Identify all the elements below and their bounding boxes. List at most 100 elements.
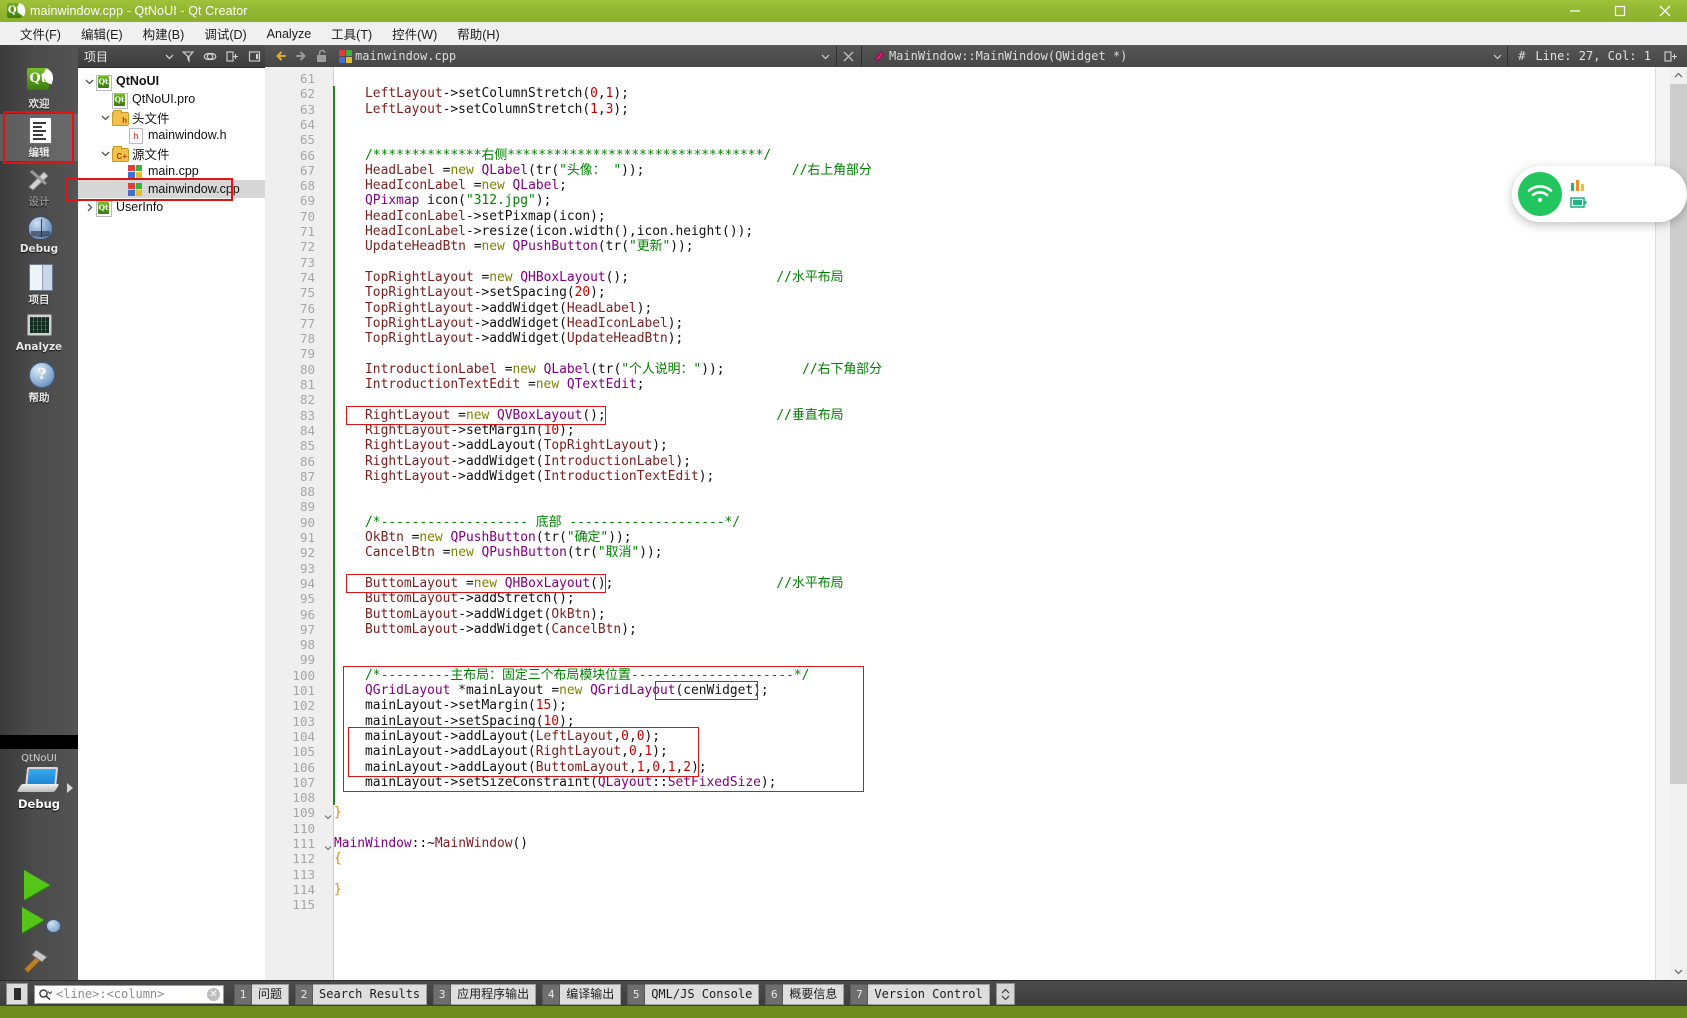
line-number: 113: [292, 866, 315, 882]
output-pane-button-4[interactable]: 4 编译输出: [542, 983, 622, 1005]
project-tree[interactable]: Qt QtNoUI Qt QtNoUI.pro h 头文件 h mainwindow.h C+ 源…: [66, 68, 265, 217]
project-panel-header: 项目: [78, 45, 265, 68]
toggle-sidebar-icon[interactable]: [6, 983, 28, 1005]
line-number: 78: [299, 331, 315, 347]
tree-item-qtnoui[interactable]: Qt QtNoUI: [78, 72, 265, 91]
chevron-placeholder: [114, 128, 128, 142]
menu-item-0[interactable]: 文件(F): [10, 21, 71, 46]
chevron-down-icon[interactable]: [98, 146, 112, 160]
locator-input[interactable]: <line>:<column> ✕: [34, 984, 224, 1004]
build-button[interactable]: [0, 941, 78, 979]
mode-button-debug[interactable]: Debug: [0, 212, 78, 259]
filter-icon[interactable]: [177, 46, 199, 66]
fold-chevron-icon[interactable]: [324, 840, 332, 851]
forward-arrow-icon[interactable]: [291, 46, 311, 66]
mode-button-analyze[interactable]: Analyze: [0, 310, 78, 357]
modified-lines-marker: [333, 86, 335, 806]
split-icon[interactable]: [221, 46, 243, 66]
code-editor[interactable]: 61 62 63 64 65 66 67 68 69 70 71 72 73 74 75 76 77 78 79 80…: [265, 67, 1670, 980]
chevron-down-icon[interactable]: [161, 46, 177, 66]
maximize-button[interactable]: [1597, 0, 1642, 22]
mode-label: 项目: [28, 294, 50, 306]
qt-project-icon: Qt: [96, 200, 112, 217]
volume-bars-icon[interactable]: [1570, 179, 1588, 193]
output-pane-button-1[interactable]: 1 问题: [234, 983, 290, 1005]
qt-creator-window: Qt mainwindow.cpp - QtNoUI - Qt Creator …: [0, 0, 1687, 1018]
menu-item-6[interactable]: 控件(W): [382, 21, 447, 46]
mode-label: 欢迎: [28, 98, 50, 110]
line-number: 83: [299, 407, 315, 423]
minimize-button[interactable]: [1552, 0, 1597, 22]
kit-selector[interactable]: QtNoUI Debug: [0, 745, 78, 855]
line-number: 105: [292, 744, 315, 760]
mode-button-帮助[interactable]: ? 帮助: [0, 359, 78, 406]
line-number: 103: [292, 713, 315, 729]
line-number: 82: [299, 392, 315, 408]
line-number: 96: [299, 606, 315, 622]
scroll-down-button[interactable]: [1670, 963, 1687, 980]
symbol-chevron-down-icon[interactable]: [1489, 46, 1505, 66]
open-document-combo[interactable]: mainwindow.cpp: [335, 46, 456, 66]
floating-network-widget[interactable]: [1512, 166, 1687, 222]
line-number: 67: [299, 162, 315, 178]
wifi-signal-icon[interactable]: [1518, 172, 1562, 216]
fold-chevron-icon[interactable]: [324, 809, 332, 820]
tree-item-userinfo[interactable]: Qt UserInfo: [78, 198, 265, 217]
run-button[interactable]: [0, 865, 78, 903]
chevron-right-icon[interactable]: [82, 200, 96, 214]
bug-icon: [24, 214, 54, 242]
tree-item-mainwindow.cpp[interactable]: mainwindow.cpp: [66, 178, 265, 201]
menu-item-7[interactable]: 帮助(H): [447, 21, 509, 46]
menu-item-3[interactable]: 调试(D): [194, 21, 256, 46]
output-pane-button-7[interactable]: 7 Version Control: [850, 983, 990, 1005]
menu-item-2[interactable]: 构建(B): [133, 21, 195, 46]
scroll-up-button[interactable]: [1670, 67, 1687, 84]
clear-icon[interactable]: ✕: [207, 987, 220, 1001]
code-line: mainLayout->setSizeConstraint(QLayout::S…: [334, 774, 777, 790]
qt-pro-file-icon: Qt: [112, 92, 128, 109]
tree-item-[interactable]: C+ 源文件: [78, 144, 265, 162]
chevron-down-icon[interactable]: [98, 110, 112, 124]
code-line: QGridLayout *mainLayout =new QGridLayout…: [365, 683, 769, 698]
link-editor-icon[interactable]: [199, 46, 221, 66]
output-pane-button-3[interactable]: 3 应用程序输出: [433, 983, 537, 1005]
output-pane-button-6[interactable]: 6 概要信息: [765, 983, 845, 1005]
document-chevron-down-icon[interactable]: [818, 46, 834, 66]
up-down-arrows-icon[interactable]: [995, 983, 1015, 1005]
mode-button-欢迎[interactable]: Qt 欢迎: [0, 65, 78, 112]
code-line: HeadIconLabel->resize(icon.width(),icon.…: [365, 224, 754, 239]
mode-button-编辑[interactable]: 编辑: [0, 111, 78, 164]
back-arrow-icon[interactable]: [271, 46, 291, 66]
debug-button[interactable]: [0, 903, 78, 941]
menu-item-5[interactable]: 工具(T): [321, 21, 382, 46]
line-number: 76: [299, 300, 315, 316]
close-document-icon[interactable]: [839, 46, 859, 66]
function-symbol-icon: [869, 46, 889, 66]
tree-item-qtnoui.pro[interactable]: Qt QtNoUI.pro: [78, 90, 265, 109]
menu-item-4[interactable]: Analyze: [257, 24, 321, 44]
chevron-down-icon[interactable]: [82, 74, 96, 88]
tree-item-[interactable]: h 头文件: [78, 108, 265, 126]
code-line: IntroductionTextEdit =new QTextEdit;: [365, 377, 645, 392]
project-panel-title: 项目: [84, 49, 109, 64]
locator-placeholder: <line>:<column>: [56, 987, 165, 1001]
output-pane-button-2[interactable]: 2 Search Results: [295, 983, 428, 1005]
code-text-area[interactable]: LeftLayout->setColumnStretch(0,1); LeftL…: [334, 67, 1670, 980]
menu-item-1[interactable]: 编辑(E): [71, 21, 133, 46]
mode-button-项目[interactable]: 项目: [0, 261, 78, 308]
close-panel-icon[interactable]: [243, 46, 265, 66]
window-title: mainwindow.cpp - QtNoUI - Qt Creator: [30, 4, 248, 18]
line-number: 80: [299, 361, 315, 377]
projects-book-icon: [24, 263, 54, 291]
close-button[interactable]: [1642, 0, 1687, 22]
split-editor-icon[interactable]: [1661, 46, 1681, 66]
code-line: HeadIconLabel =new QLabel;: [365, 178, 567, 194]
line-number: 100: [292, 667, 315, 683]
unlocked-icon[interactable]: [311, 46, 331, 66]
output-pane-button-5[interactable]: 5 QML/JS Console: [627, 983, 760, 1005]
battery-icon[interactable]: [1570, 196, 1588, 209]
line-number: 64: [299, 116, 315, 132]
tree-item-mainwindow.h[interactable]: h mainwindow.h: [78, 126, 265, 144]
tree-item-label: main.cpp: [148, 164, 199, 178]
line-number: 69: [299, 193, 315, 209]
